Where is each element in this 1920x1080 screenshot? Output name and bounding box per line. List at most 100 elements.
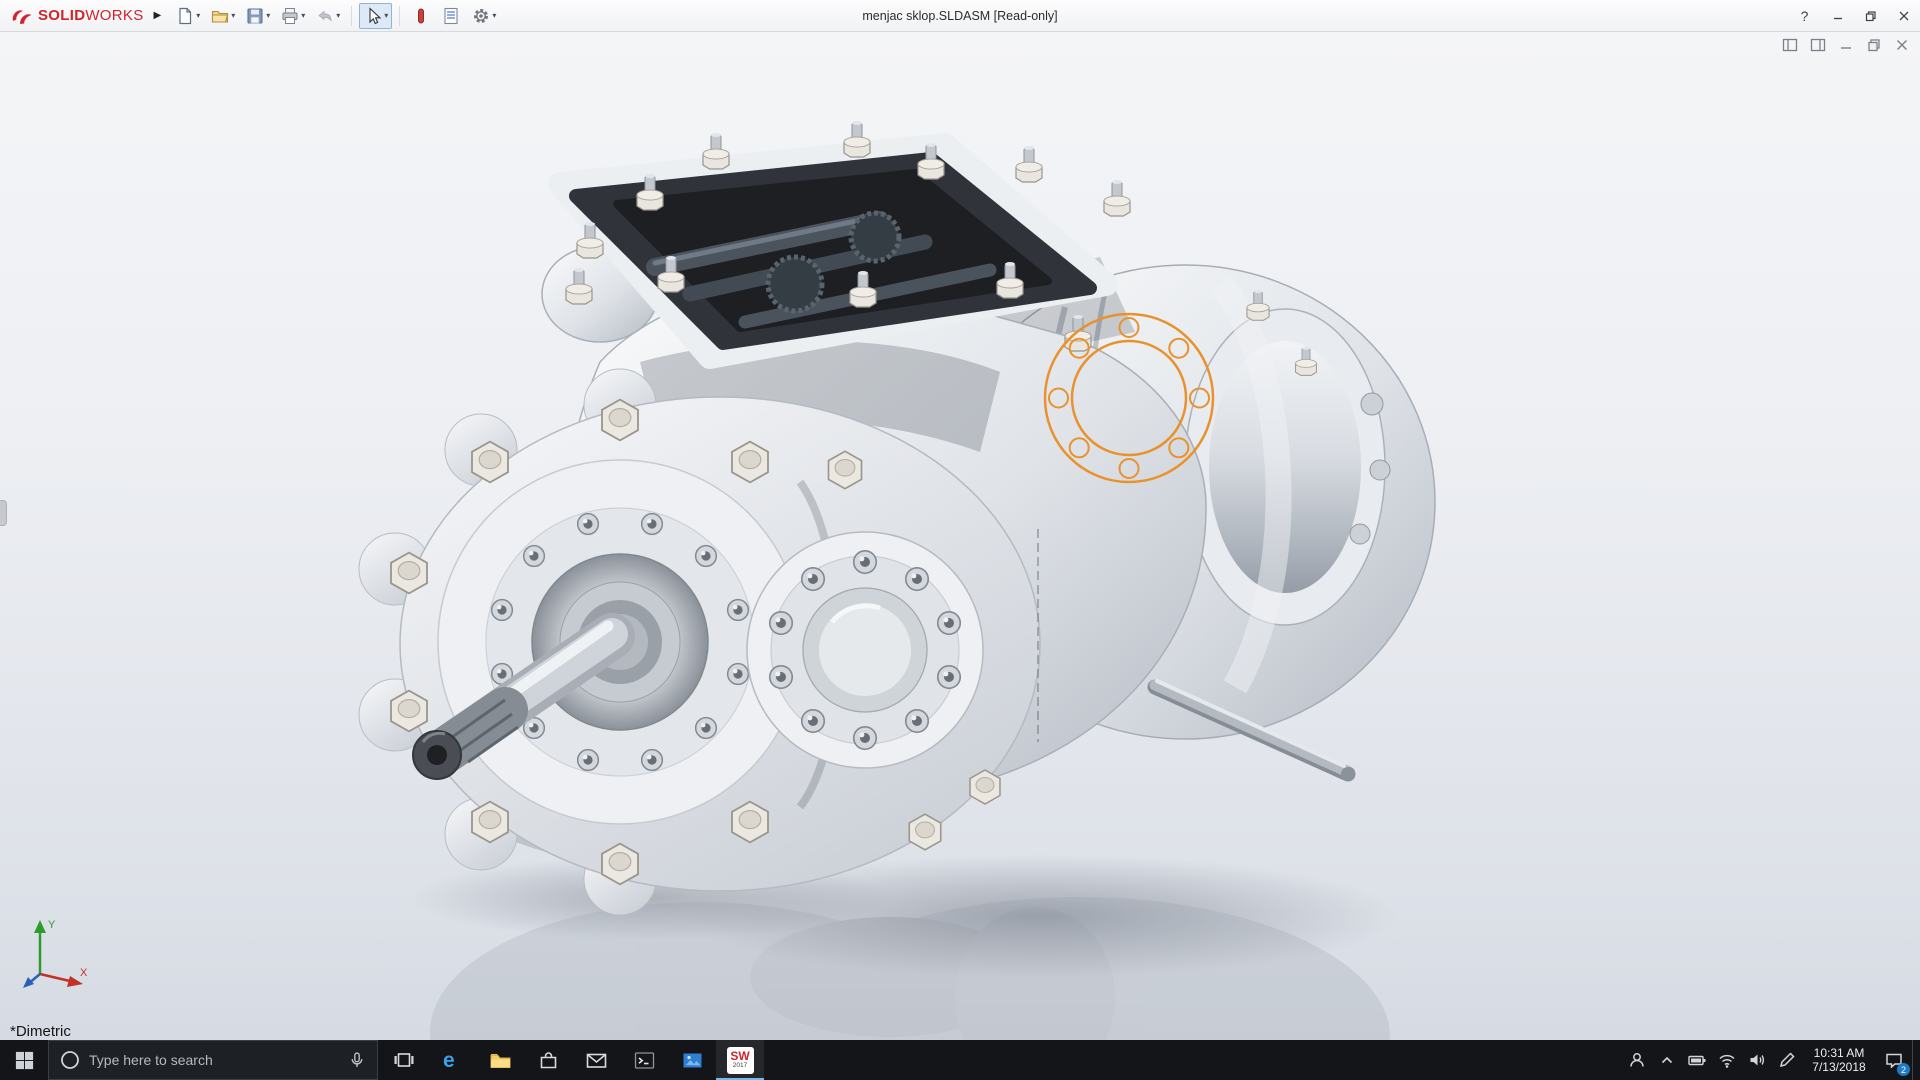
network-status[interactable] [1712, 1040, 1742, 1080]
triad-x-axis: X [40, 967, 88, 987]
minimize-button[interactable] [1821, 0, 1854, 32]
new-document-button[interactable]: ▾ [171, 3, 204, 29]
doc-minimize-icon[interactable] [1838, 37, 1854, 53]
volume-control[interactable] [1742, 1040, 1772, 1080]
logo-text-solid: SOLID [38, 7, 85, 24]
print-icon [280, 6, 300, 26]
document-window-controls [1782, 37, 1910, 53]
battery-status[interactable] [1682, 1040, 1712, 1080]
options-button[interactable]: ▾ [467, 3, 500, 29]
start-button[interactable] [0, 1040, 48, 1080]
hidden-icons-button[interactable] [1652, 1040, 1682, 1080]
task-view-button[interactable] [380, 1040, 428, 1080]
toolbar-separator [399, 6, 400, 26]
restore-icon [1865, 10, 1877, 22]
mail-icon [585, 1049, 608, 1072]
cortana-icon [59, 1049, 81, 1071]
menu-expand-arrow[interactable]: ▶ [150, 10, 172, 21]
doc-restore-icon[interactable] [1866, 37, 1882, 53]
taskbar-app-edge[interactable]: e [428, 1040, 476, 1080]
window-controls: ? [1788, 0, 1920, 32]
undo-icon [315, 6, 335, 26]
orientation-triad: Y X [22, 912, 92, 992]
close-icon [1898, 10, 1910, 22]
windows-ink-button[interactable] [1772, 1040, 1802, 1080]
record-button[interactable] [407, 3, 435, 29]
model-canvas[interactable] [0, 32, 1920, 1040]
graphics-viewport[interactable]: Y X *Dimetric [0, 32, 1920, 1040]
action-center-button[interactable]: 2 [1876, 1040, 1912, 1080]
open-folder-icon [210, 6, 230, 26]
svg-text:e: e [443, 1049, 455, 1072]
svg-text:X: X [80, 967, 88, 979]
taskbar-app-photos[interactable] [668, 1040, 716, 1080]
people-icon [1627, 1050, 1647, 1070]
dropdown-caret[interactable]: ▾ [196, 11, 200, 20]
dropdown-caret[interactable]: ▾ [231, 11, 235, 20]
people-button[interactable] [1622, 1040, 1652, 1080]
app-titlebar: SOLIDWORKS ▶ ▾ ▾ ▾ [0, 0, 1920, 32]
solidworks-app-icon: SW 2017 [727, 1047, 754, 1074]
record-icon [411, 6, 431, 26]
restore-button[interactable] [1854, 0, 1887, 32]
middle-flange[interactable] [747, 532, 983, 768]
taskbar-clock[interactable]: 10:31 AM 7/13/2018 [1802, 1040, 1876, 1080]
quick-access-toolbar: ▾ ▾ ▾ ▾ [171, 3, 500, 29]
task-view-icon [393, 1049, 415, 1071]
save-floppy-icon [245, 6, 265, 26]
dropdown-caret[interactable]: ▾ [266, 11, 270, 20]
file-explorer-icon [489, 1049, 512, 1072]
doc-close-icon[interactable] [1894, 37, 1910, 53]
taskbar-app-mail[interactable] [572, 1040, 620, 1080]
dropdown-caret[interactable]: ▾ [336, 11, 340, 20]
undo-button[interactable]: ▾ [311, 3, 344, 29]
triad-y-axis: Y [34, 919, 56, 974]
taskbar-app-store[interactable] [524, 1040, 572, 1080]
edge-icon: e [440, 1048, 464, 1072]
photos-icon [681, 1049, 704, 1072]
file-report-icon [441, 6, 461, 26]
notification-badge: 2 [1897, 1063, 1910, 1076]
chevron-up-icon [1657, 1050, 1677, 1070]
view-orientation-label: *Dimetric [10, 1023, 71, 1040]
new-document-icon [175, 6, 195, 26]
open-button[interactable]: ▾ [206, 3, 239, 29]
store-icon [537, 1049, 560, 1072]
swap-pane-icon[interactable] [1810, 37, 1826, 53]
file-report-button[interactable] [437, 3, 465, 29]
system-tray: 10:31 AM 7/13/2018 2 [1622, 1040, 1920, 1080]
volume-icon [1747, 1050, 1767, 1070]
search-input[interactable] [89, 1052, 339, 1068]
ds-logo-icon [10, 7, 34, 25]
dropdown-caret[interactable]: ▾ [301, 11, 305, 20]
wifi-icon [1717, 1050, 1737, 1070]
taskbar-app-file-explorer[interactable] [476, 1040, 524, 1080]
windows-logo-icon [14, 1050, 35, 1071]
taskbar-app-solidworks[interactable]: SW 2017 [716, 1040, 764, 1080]
pen-icon [1777, 1050, 1797, 1070]
dropdown-caret[interactable]: ▾ [384, 11, 388, 20]
microphone-icon[interactable] [347, 1049, 367, 1071]
clock-time: 10:31 AM [1814, 1046, 1865, 1060]
help-button[interactable]: ? [1788, 0, 1821, 32]
show-desktop-button[interactable] [1912, 1040, 1920, 1080]
battery-icon [1687, 1050, 1707, 1070]
logo-text-works: WORKS [85, 7, 143, 24]
taskbar-app-terminal[interactable] [620, 1040, 668, 1080]
document-title: menjac sklop.SLDASM [Read-only] [862, 9, 1057, 23]
print-button[interactable]: ▾ [276, 3, 309, 29]
solidworks-logo: SOLIDWORKS [0, 7, 150, 25]
dropdown-caret[interactable]: ▾ [492, 11, 496, 20]
svg-text:Y: Y [48, 919, 56, 931]
triad-z-axis [23, 974, 40, 988]
close-button[interactable] [1887, 0, 1920, 32]
save-button[interactable]: ▾ [241, 3, 274, 29]
select-tool-button[interactable]: ▾ [359, 3, 392, 29]
taskbar-search[interactable] [48, 1040, 378, 1080]
toolbar-separator [351, 6, 352, 26]
options-gear-icon [471, 6, 491, 26]
select-cursor-icon [363, 6, 383, 26]
split-pane-icon[interactable] [1782, 37, 1798, 53]
minimize-icon [1832, 10, 1844, 22]
terminal-icon [633, 1049, 656, 1072]
